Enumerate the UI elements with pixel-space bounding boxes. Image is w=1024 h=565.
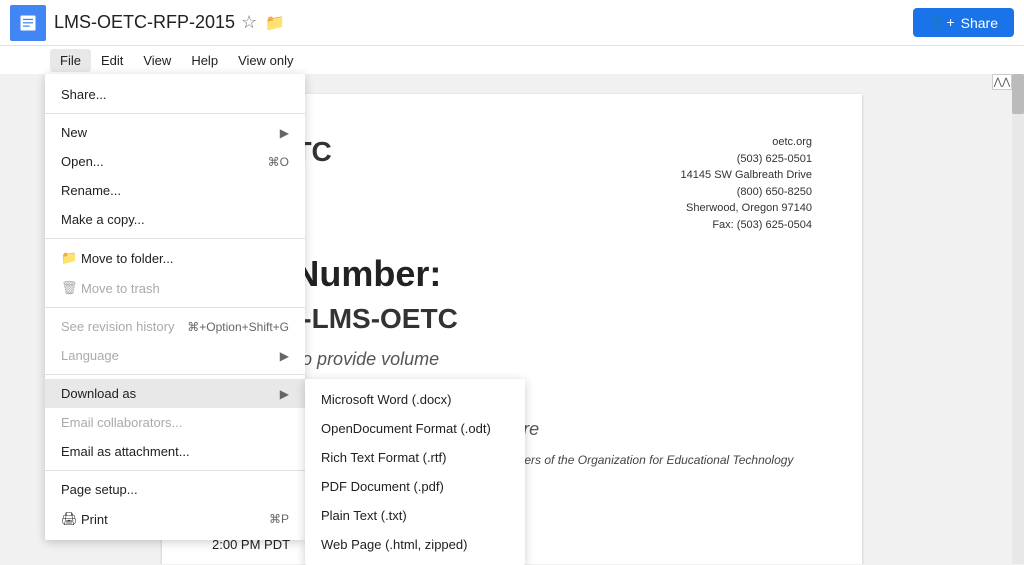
print-icon: 🖨 — [61, 511, 81, 527]
menu-email-attachment[interactable]: Email as attachment... — [45, 437, 305, 466]
menu-view-only[interactable]: View only — [228, 49, 303, 72]
doc-title: LMS-OETC-RFP-2015 — [54, 12, 235, 33]
download-rtf[interactable]: Rich Text Format (.rtf) — [305, 443, 525, 472]
collapse-button[interactable]: ⋀⋀ — [992, 74, 1012, 90]
divider-1 — [45, 113, 305, 114]
download-pdf[interactable]: PDF Document (.pdf) — [305, 472, 525, 501]
download-arrow-icon: ▶ — [280, 387, 289, 401]
contact-address1: 14145 SW Galbreath Drive — [681, 167, 812, 184]
menu-share[interactable]: Share... — [45, 80, 305, 109]
menubar: File Edit View Help View only — [0, 46, 1024, 74]
menu-page-setup[interactable]: Page setup... — [45, 475, 305, 504]
contact-info: oetc.org (503) 625-0501 14145 SW Galbrea… — [681, 134, 812, 233]
divider-2 — [45, 238, 305, 239]
download-docx[interactable]: Microsoft Word (.docx) — [305, 385, 525, 414]
contact-website: oetc.org — [681, 134, 812, 151]
menu-move-to-folder[interactable]: 📁 Move to folder... — [45, 243, 305, 273]
contact-address2: Sherwood, Oregon 97140 — [681, 200, 812, 217]
contact-phone2: (800) 650-8250 — [681, 184, 812, 201]
menu-help[interactable]: Help — [181, 49, 228, 72]
download-submenu: Microsoft Word (.docx) OpenDocument Form… — [305, 379, 525, 565]
menu-rename[interactable]: Rename... — [45, 176, 305, 205]
divider-5 — [45, 470, 305, 471]
trash-icon: 🗑 — [61, 280, 81, 296]
menu-revision-history: See revision history ⌘+Option+Shift+G — [45, 312, 305, 341]
menu-file[interactable]: File — [50, 49, 91, 72]
app-icon — [10, 5, 46, 41]
menu-download-as[interactable]: Download as ▶ Microsoft Word (.docx) Ope… — [45, 379, 305, 408]
scrollbar-track[interactable] — [1012, 74, 1024, 564]
share-icon: 👤+ — [929, 14, 955, 31]
file-dropdown: Share... New ▶ Open... ⌘O Rename... Make… — [45, 74, 305, 540]
menu-new[interactable]: New ▶ — [45, 118, 305, 147]
menu-language: Language ▶ — [45, 341, 305, 370]
download-txt[interactable]: Plain Text (.txt) — [305, 501, 525, 530]
topbar: LMS-OETC-RFP-2015 ☆ 📁 👤+ Share — [0, 0, 1024, 46]
open-shortcut: ⌘O — [268, 155, 289, 169]
menu-move-to-trash: 🗑 Move to trash — [45, 273, 305, 303]
download-html[interactable]: Web Page (.html, zipped) — [305, 530, 525, 559]
menu-view[interactable]: View — [133, 49, 181, 72]
contact-phone1: (503) 625-0501 — [681, 151, 812, 168]
menu-make-copy[interactable]: Make a copy... — [45, 205, 305, 234]
print-shortcut: ⌘P — [269, 512, 289, 526]
star-icon[interactable]: ☆ — [241, 12, 257, 33]
menu-open[interactable]: Open... ⌘O — [45, 147, 305, 176]
share-button[interactable]: 👤+ Share — [913, 8, 1014, 37]
menu-email-collaborators: Email collaborators... — [45, 408, 305, 437]
contact-fax: Fax: (503) 625-0504 — [681, 217, 812, 234]
scrollbar-thumb[interactable] — [1012, 74, 1024, 114]
language-arrow-icon: ▶ — [280, 349, 289, 363]
divider-4 — [45, 374, 305, 375]
folder-icon[interactable]: 📁 — [265, 13, 285, 33]
revision-shortcut: ⌘+Option+Shift+G — [187, 320, 289, 334]
new-arrow-icon: ▶ — [280, 126, 289, 140]
folder-move-icon: 📁 — [61, 250, 81, 266]
menu-print[interactable]: 🖨 Print ⌘P — [45, 504, 305, 534]
menu-edit[interactable]: Edit — [91, 49, 133, 72]
divider-3 — [45, 307, 305, 308]
download-odt[interactable]: OpenDocument Format (.odt) — [305, 414, 525, 443]
